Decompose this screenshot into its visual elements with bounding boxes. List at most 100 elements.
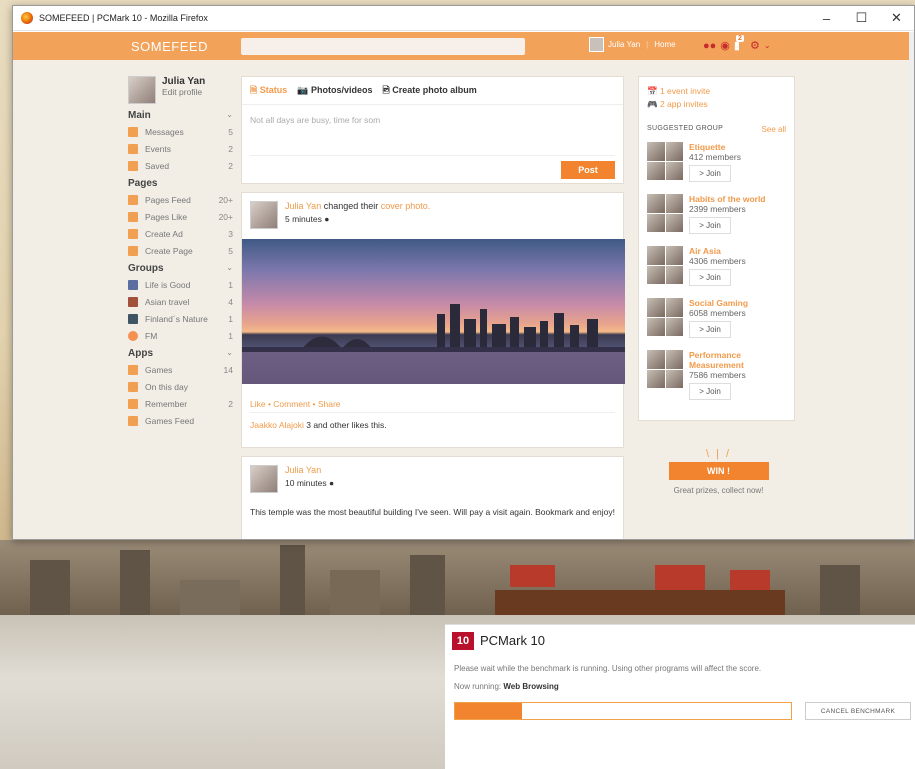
divider: | [646,40,649,49]
background-junk-boat [495,565,795,620]
sidebar-item-create-ad[interactable]: Create Ad 3 [128,225,233,242]
sidebar-section-pages: Pages Pages Feed 20+ Pages Like 20+ Create… [128,178,233,259]
group-avatar[interactable] [647,142,683,180]
running-test-name: Web Browsing [503,682,559,691]
join-button[interactable]: > Join [689,321,731,338]
win-promo[interactable]: \ | / WIN ! Great prizes, collect now! [656,448,781,518]
sidebar-item-saved[interactable]: Saved 2 [128,157,233,174]
remember-icon [128,398,138,409]
join-button[interactable]: > Join [689,165,731,182]
sidebar-item-games-feed[interactable]: Games Feed [128,412,233,429]
status-textarea[interactable]: Not all days are busy, time for som [250,115,380,125]
join-button[interactable]: > Join [689,217,731,234]
sidebar-item-on-this-day[interactable]: On this day [128,378,233,395]
sidebar-section-title[interactable]: Apps ⌄ [128,348,233,361]
edit-profile-link[interactable]: Edit profile [162,87,205,97]
avatar[interactable] [250,201,278,229]
avatar[interactable] [128,76,156,104]
sidebar-item-pages-like[interactable]: Pages Like 20+ [128,208,233,225]
messages-icon[interactable]: ◉ [720,39,730,52]
group-avatar[interactable] [647,246,683,284]
close-button[interactable]: ✕ [879,10,914,26]
group-avatar[interactable] [647,350,683,388]
sidebar-item-life-is-good[interactable]: Life is Good 1 [128,276,233,293]
group-name[interactable]: Social Gaming [689,298,748,308]
search-input[interactable] [241,38,525,55]
post-author-link[interactable]: Julia Yan [285,201,321,211]
right-sidebar: 📅 1 event invite 🎮 2 app invites SUGGEST… [638,76,795,421]
post-author-link[interactable]: Julia Yan [285,465,334,475]
cancel-benchmark-button[interactable]: CANCEL BENCHMARK [805,702,911,720]
webpage: SOMEFEED Julia Yan | Home ●● ◉ ▮ ⚙ ⌄ 2 J… [13,32,914,539]
app-invites-link[interactable]: 🎮 2 app invites [647,98,786,111]
avatar[interactable] [250,465,278,493]
progress-bar-fill [455,703,523,719]
window-titlebar: SOMEFEED | PCMark 10 - Mozilla Firefox –… [13,6,914,31]
maximize-button[interactable]: ☐ [844,10,879,26]
group-name[interactable]: Etiquette [689,142,741,152]
topbar-user[interactable]: Julia Yan | Home [589,37,676,52]
group-avatar[interactable] [647,298,683,336]
post-timestamp: 10 minutes ● [285,478,335,488]
chevron-down-icon[interactable]: ⌄ [226,348,233,361]
bookmark-icon [128,160,138,171]
pcmark-dialog: 10 PCMark 10 Please wait while the bench… [445,624,915,769]
chevron-down-icon[interactable]: ⌄ [226,263,233,276]
tab-status[interactable]: 🗎 Status [250,83,287,99]
group-name[interactable]: Habits of the world [689,194,766,204]
sidebar-item-fm[interactable]: FM 1 [128,327,233,344]
sidebar-item-pages-feed[interactable]: Pages Feed 20+ [128,191,233,208]
pcmark-title: PCMark 10 [480,633,546,648]
win-ribbon[interactable]: WIN ! [668,462,769,480]
progress-bar [454,702,792,720]
tab-create-album[interactable]: 🖻 Create photo album [383,83,477,99]
scrollbar[interactable] [909,32,914,539]
join-button[interactable]: > Join [689,383,731,400]
tab-photos-videos[interactable]: 📷 Photos/videos [297,85,372,96]
chevron-down-icon[interactable]: ⌄ [226,110,233,123]
pcmark-message: Please wait while the benchmark is runni… [454,664,762,673]
gear-icon[interactable]: ⚙ [750,39,760,52]
profile-name[interactable]: Julia Yan [162,76,205,87]
site-logo[interactable]: SOMEFEED [131,39,208,54]
post-headline: Julia Yan changed their cover photo. [285,201,431,211]
sidebar-item-games[interactable]: Games 14 [128,361,233,378]
group-avatar[interactable] [647,194,683,232]
topbar-user-name[interactable]: Julia Yan [608,40,640,49]
page-icon [128,245,138,256]
games-feed-icon [128,415,138,426]
cover-photo-link[interactable]: cover photo. [381,201,431,211]
sidebar-section-title[interactable]: Main ⌄ [128,110,233,123]
minimize-button[interactable]: – [809,11,844,26]
chevron-down-icon[interactable]: ⌄ [764,41,771,50]
notification-badge: 2 [736,35,744,42]
feed-icon [128,194,138,205]
join-button[interactable]: > Join [689,269,731,286]
sidebar-item-finlands-nature[interactable]: Finland´s Nature 1 [128,310,233,327]
liker-link[interactable]: Jaakko Alajoki [250,420,304,430]
group-name[interactable]: Performance Measurement [689,350,759,370]
post-button[interactable]: Post [561,161,615,179]
sparkle-icon: \ | / [705,448,732,460]
sidebar-item-messages[interactable]: Messages 5 [128,123,233,140]
post-header: Julia Yan changed their cover photo. 5 m… [242,193,623,237]
sidebar-item-remember[interactable]: Remember 2 [128,395,233,412]
friends-icon[interactable]: ●● [703,40,716,52]
suggested-group-title: SUGGESTED GROUP [647,125,724,132]
profile-summary[interactable]: Julia Yan Edit profile [128,76,233,104]
see-all-link[interactable]: See all [762,125,786,134]
cover-photo-image[interactable] [242,239,625,384]
sidebar-section-title[interactable]: Pages [128,178,233,191]
sidebar-item-asian-travel[interactable]: Asian travel 4 [128,293,233,310]
home-link[interactable]: Home [654,40,675,49]
post-text: This temple was the most beautiful build… [250,507,615,517]
suggested-group-header: SUGGESTED GROUP See all [639,111,794,138]
post-actions[interactable]: Like • Comment • Share [250,399,341,409]
sidebar-section-title[interactable]: Groups ⌄ [128,263,233,276]
sidebar-item-create-page[interactable]: Create Page 5 [128,242,233,259]
group-name[interactable]: Air Asia [689,246,746,256]
messages-icon [128,126,138,137]
event-invite-link[interactable]: 📅 1 event invite [647,85,786,98]
sidebar-item-events[interactable]: Events 2 [128,140,233,157]
list-item: Etiquette 412 members > Join [639,138,794,190]
